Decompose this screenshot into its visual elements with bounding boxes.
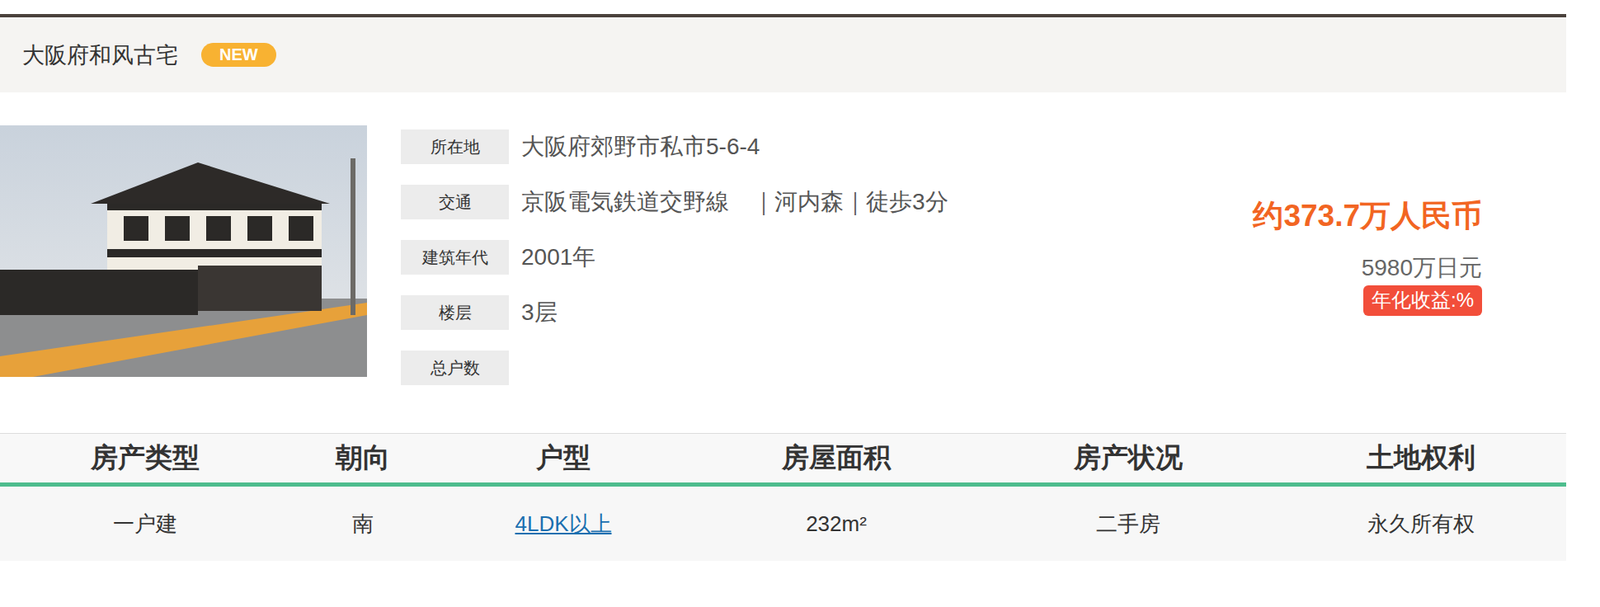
layout-link[interactable]: 4LDK以上 bbox=[514, 509, 612, 539]
property-photo[interactable] bbox=[0, 125, 368, 377]
detail-row: 建筑年代 2001年 bbox=[400, 240, 1253, 275]
property-table: 房产类型朝向户型房屋面积房产状况土地权利 一户建 南 4LDK以上 232m² 二手房 永… bbox=[0, 432, 1567, 561]
detail-row: 总户数 bbox=[400, 350, 1253, 386]
detail-label: 总户数 bbox=[400, 350, 509, 386]
detail-label: 交通 bbox=[400, 184, 509, 220]
detail-label: 建筑年代 bbox=[400, 240, 509, 275]
cell-text: 南 bbox=[352, 509, 374, 539]
cell-text: 232m² bbox=[805, 511, 867, 537]
cell-text: 一户建 bbox=[112, 509, 178, 539]
table-cell: 永久所有权 bbox=[1275, 486, 1567, 561]
column-header: 朝向 bbox=[290, 433, 436, 483]
price-yen: 5980万日元 bbox=[1361, 254, 1483, 283]
column-header: 房屋面积 bbox=[691, 433, 982, 483]
table-cell: 南 bbox=[290, 486, 436, 561]
table-header-row: 房产类型朝向户型房屋面积房产状况土地权利 bbox=[0, 432, 1567, 487]
column-header: 房产类型 bbox=[0, 433, 291, 483]
detail-value: 大阪府郊野市私市5-6-4 bbox=[521, 131, 760, 163]
table-cell: 二手房 bbox=[981, 486, 1276, 561]
house-photo-icon bbox=[0, 125, 368, 377]
new-badge: NEW bbox=[201, 42, 277, 67]
listing-header: 大阪府和风古宅 NEW bbox=[0, 14, 1567, 93]
table-row: 一户建 南 4LDK以上 232m² 二手房 永久所有权 bbox=[0, 486, 1567, 561]
table-cell: 232m² bbox=[691, 486, 982, 561]
price-block: 约373.7万人民币 5980万日元 年化收益:% bbox=[1252, 125, 1567, 386]
table-cell: 一户建 bbox=[0, 486, 291, 561]
listing-title[interactable]: 大阪府和风古宅 bbox=[22, 40, 179, 71]
detail-label: 所在地 bbox=[400, 129, 509, 165]
detail-list: 所在地 大阪府郊野市私市5-6-4交通 京阪電気鉄道交野線 ｜河内森｜徒歩3分建… bbox=[400, 125, 1253, 386]
detail-row: 交通 京阪電気鉄道交野線 ｜河内森｜徒歩3分 bbox=[400, 184, 1253, 220]
detail-label: 楼层 bbox=[400, 295, 509, 330]
detail-value: 京阪電気鉄道交野線 ｜河内森｜徒歩3分 bbox=[521, 186, 949, 218]
column-header: 土地权利 bbox=[1275, 433, 1567, 483]
yield-badge: 年化收益:% bbox=[1363, 285, 1483, 316]
listing-info: 所在地 大阪府郊野市私市5-6-4交通 京阪電気鉄道交野線 ｜河内森｜徒歩3分建… bbox=[0, 125, 1567, 386]
cell-text: 永久所有权 bbox=[1367, 509, 1475, 539]
table-cell: 4LDK以上 bbox=[435, 486, 692, 561]
cell-text: 二手房 bbox=[1096, 509, 1161, 539]
listing-card: 大阪府和风古宅 NEW 所在地 大阪府郊野市私市5-6-4 交通 京阪電気鉄道交野… bbox=[0, 0, 1567, 561]
detail-row: 楼层 3层 bbox=[400, 295, 1253, 330]
detail-value: 3层 bbox=[521, 296, 558, 329]
detail-value: 2001年 bbox=[521, 241, 596, 273]
column-header: 户型 bbox=[435, 433, 692, 483]
column-header: 房产状况 bbox=[981, 433, 1276, 483]
price-rmb: 约373.7万人民币 bbox=[1252, 197, 1483, 235]
detail-row: 所在地 大阪府郊野市私市5-6-4 bbox=[400, 129, 1253, 165]
